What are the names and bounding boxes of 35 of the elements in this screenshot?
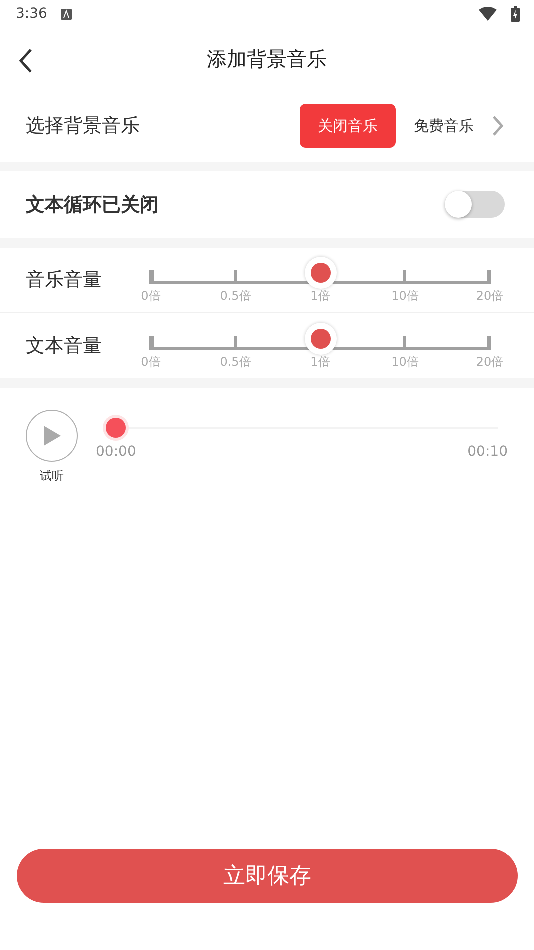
- preview-label: 试听: [40, 468, 64, 485]
- progress-thumb[interactable]: [106, 418, 126, 438]
- play-icon: [42, 425, 62, 447]
- end-time: 00:10: [468, 444, 508, 460]
- tick-label: 0.5倍: [220, 354, 252, 370]
- slider-thumb[interactable]: [304, 257, 336, 289]
- volume-label: 文本音量: [26, 334, 103, 358]
- wifi-icon: [479, 7, 497, 21]
- volume-label: 音乐音量: [26, 268, 103, 293]
- tick-label: 10倍: [392, 354, 419, 370]
- save-button[interactable]: 立即保存: [17, 849, 518, 903]
- music-option[interactable]: 关闭音乐: [300, 104, 396, 148]
- status-time: 3:36: [16, 6, 48, 22]
- start-time: 00:00: [96, 444, 136, 460]
- tick-label: 1倍: [310, 354, 330, 370]
- chevron-right-icon[interactable]: [492, 115, 504, 137]
- tick-label: 0倍: [141, 288, 161, 305]
- progress-track[interactable]: [106, 418, 498, 438]
- tick-label: 0倍: [141, 354, 161, 370]
- slider-thumb[interactable]: [304, 322, 336, 354]
- music-option[interactable]: 免费音乐: [396, 104, 492, 148]
- tick-label: 10倍: [392, 288, 419, 305]
- music-select-label: 选择背景音乐: [26, 114, 141, 139]
- tick-label: 20倍: [476, 288, 504, 305]
- battery-icon: [511, 6, 520, 22]
- text-loop-toggle[interactable]: [445, 191, 505, 218]
- tick-label: 20倍: [476, 354, 504, 370]
- play-button[interactable]: [26, 410, 78, 462]
- text-loop-label: 文本循环已关闭: [26, 192, 160, 218]
- page-title: 添加背景音乐: [207, 46, 327, 72]
- volume-slider[interactable]: 0倍 0.5倍 1倍 10倍 20倍: [131, 252, 510, 308]
- volume-slider[interactable]: 0倍 0.5倍 1倍 10倍 20倍: [131, 318, 510, 374]
- notification-icon: [61, 8, 72, 20]
- tick-label: 0.5倍: [220, 288, 252, 305]
- tick-label: 1倍: [310, 288, 330, 305]
